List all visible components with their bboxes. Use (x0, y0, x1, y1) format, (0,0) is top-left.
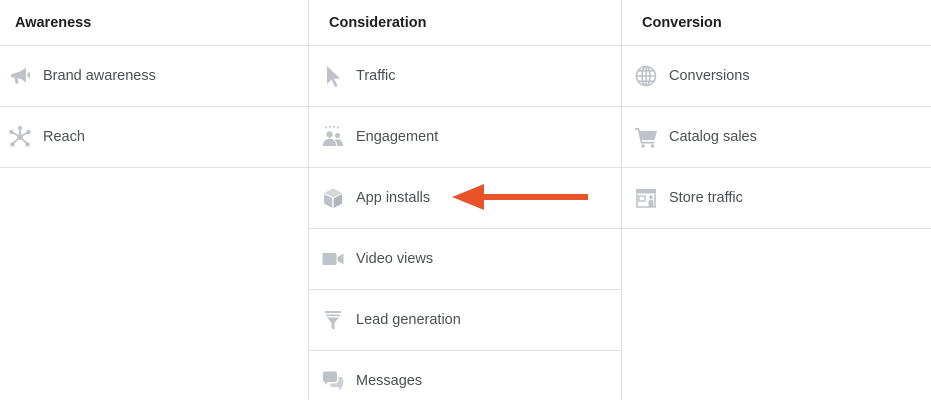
globe-icon (634, 64, 658, 88)
video-camera-icon (321, 247, 345, 271)
column-awareness: Awareness Brand awareness Reach (0, 0, 308, 400)
objective-messages[interactable]: Messages (309, 351, 622, 411)
objective-conversions[interactable]: Conversions (622, 46, 931, 107)
objective-reach[interactable]: Reach (0, 107, 308, 168)
objective-label: Brand awareness (43, 68, 156, 84)
column-heading-conversion: Conversion (622, 0, 931, 46)
objective-label: Traffic (356, 68, 396, 84)
chat-bubbles-icon (321, 369, 345, 393)
objective-grid: Awareness Brand awareness Reach Consider… (0, 0, 931, 400)
objective-label: Engagement (356, 129, 439, 145)
shopping-cart-icon (634, 125, 658, 149)
column-conversion: Conversion Conversions Catalog sales Sto… (621, 0, 931, 400)
objective-lead-generation[interactable]: Lead generation (309, 290, 622, 351)
funnel-icon (321, 308, 345, 332)
objective-catalog-sales[interactable]: Catalog sales (622, 107, 931, 168)
objective-label: Catalog sales (669, 129, 757, 145)
objective-label: Video views (356, 251, 434, 267)
objective-label: App installs (356, 190, 431, 206)
cursor-icon (321, 64, 345, 88)
annotation-arrow-icon (452, 184, 588, 210)
box-icon (321, 186, 345, 210)
store-icon (634, 186, 658, 210)
objective-video-views[interactable]: Video views (309, 229, 622, 290)
column-heading-awareness: Awareness (0, 0, 308, 46)
objective-traffic[interactable]: Traffic (309, 46, 622, 107)
objective-label: Messages (356, 373, 423, 389)
objective-brand-awareness[interactable]: Brand awareness (0, 46, 308, 107)
megaphone-icon (8, 64, 32, 88)
objective-store-traffic[interactable]: Store traffic (622, 168, 931, 229)
objective-label: Store traffic (669, 190, 743, 206)
objective-label: Lead generation (356, 312, 461, 328)
objective-label: Reach (43, 129, 85, 145)
people-icon (321, 125, 345, 149)
objective-engagement[interactable]: Engagement (309, 107, 622, 168)
objective-label: Conversions (669, 68, 750, 84)
column-heading-consideration: Consideration (309, 0, 622, 46)
reach-icon (8, 125, 32, 149)
